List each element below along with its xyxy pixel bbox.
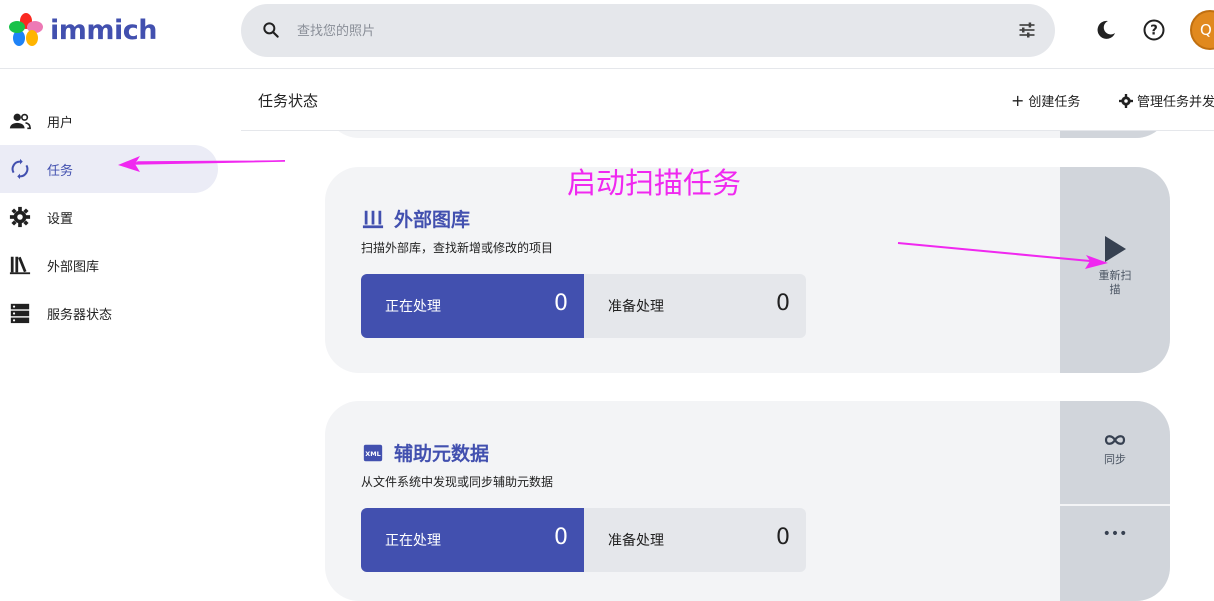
annotation-text: 启动扫描任务 (567, 166, 742, 200)
search-icon[interactable] (261, 20, 281, 40)
job-description: 扫描外部库，查找新增或修改的项目 (361, 241, 554, 255)
job-card-sidecar-metadata: XML 辅助元数据 从文件系统中发现或同步辅助元数据 正在处理 0 准备处理 0… (325, 401, 1170, 601)
job-card-external-library: 外部图库 扫描外部库，查找新增或修改的项目 正在处理 0 准备处理 0 重新扫描 (325, 167, 1170, 373)
svg-text:?: ? (1150, 24, 1158, 39)
top-bar: immich ? Q (0, 0, 1214, 69)
sidebar-item-external-library[interactable]: 外部图库 (0, 241, 218, 289)
sidebar-item-server-status[interactable]: 服务器状态 (0, 289, 218, 337)
active-count: 0 (554, 291, 568, 316)
library-icon (9, 254, 31, 276)
action-divider (1060, 504, 1170, 506)
rescan-button[interactable]: 重新扫描 (1060, 235, 1170, 297)
more-actions-button[interactable]: ••• (1060, 526, 1170, 542)
job-title: 辅助元数据 (394, 443, 490, 465)
waiting-count-box: 准备处理 0 (584, 274, 806, 338)
gear-icon (9, 206, 31, 228)
gear-icon (1119, 93, 1133, 108)
waiting-count-box: 准备处理 0 (584, 508, 806, 572)
page-title: 任务状态 (258, 92, 319, 110)
job-heading: XML 辅助元数据 (362, 439, 489, 466)
waiting-label: 准备处理 (608, 299, 664, 315)
manage-concurrency-button[interactable]: 管理任务并发 (1119, 91, 1214, 110)
sidebar-item-label: 服务器状态 (47, 307, 113, 323)
sidebar-item-label: 用户 (47, 115, 74, 131)
avatar-initial: Q (1200, 21, 1212, 39)
waiting-count: 0 (776, 291, 790, 316)
job-description: 从文件系统中发现或同步辅助元数据 (361, 475, 554, 489)
immich-logo[interactable]: immich (8, 12, 158, 48)
sidebar: 用户 任务 设置 外部图库 服务器状态 (0, 97, 220, 337)
sidebar-item-users[interactable]: 用户 (0, 97, 218, 145)
users-icon (9, 110, 31, 132)
sync-label: 同步 (1104, 453, 1126, 466)
rescan-label: 重新扫描 (1098, 269, 1132, 296)
search-bar[interactable] (241, 4, 1055, 57)
active-count-box: 正在处理 0 (361, 508, 584, 572)
plus-icon: + (1011, 90, 1025, 110)
infinity-icon (1104, 435, 1126, 445)
job-action-panel: 重新扫描 (1060, 167, 1170, 373)
play-icon (1105, 236, 1126, 262)
sync-button[interactable]: 同步 (1060, 433, 1170, 467)
immich-logo-icon (9, 13, 43, 46)
active-count: 0 (554, 525, 568, 550)
create-job-button[interactable]: + 创建任务 (1011, 91, 1080, 110)
manage-concurrency-label: 管理任务并发 (1137, 95, 1214, 110)
sync-icon (9, 158, 31, 180)
xml-file-icon: XML (363, 444, 383, 461)
avatar[interactable]: Q (1190, 10, 1214, 50)
job-counts: 正在处理 0 准备处理 0 (361, 508, 806, 572)
more-icon: ••• (1102, 526, 1128, 542)
sidebar-item-settings[interactable]: 设置 (0, 193, 218, 241)
brand-name: immich (50, 14, 158, 46)
dark-mode-icon[interactable] (1094, 18, 1118, 42)
job-action-panel: 同步 ••• (1060, 401, 1170, 601)
sidebar-item-label: 外部图库 (47, 259, 100, 275)
job-heading: 外部图库 (362, 205, 470, 232)
job-counts: 正在处理 0 准备处理 0 (361, 274, 806, 338)
svg-text:XML: XML (365, 450, 380, 458)
waiting-count: 0 (776, 525, 790, 550)
sidebar-item-jobs[interactable]: 任务 (0, 145, 218, 193)
server-icon (9, 302, 31, 324)
job-title: 外部图库 (394, 209, 471, 231)
library-shelves-icon (362, 210, 384, 228)
create-job-label: 创建任务 (1028, 95, 1081, 110)
help-icon[interactable]: ? (1142, 18, 1166, 42)
page-header: 任务状态 + 创建任务 管理任务并发 (241, 69, 1214, 131)
waiting-label: 准备处理 (608, 533, 664, 549)
sidebar-item-label: 设置 (47, 211, 74, 227)
tune-icon[interactable] (1017, 20, 1037, 40)
search-input[interactable] (297, 18, 977, 44)
sidebar-item-label: 任务 (47, 163, 74, 179)
active-label: 正在处理 (385, 533, 441, 549)
active-label: 正在处理 (385, 299, 441, 315)
active-count-box: 正在处理 0 (361, 274, 584, 338)
